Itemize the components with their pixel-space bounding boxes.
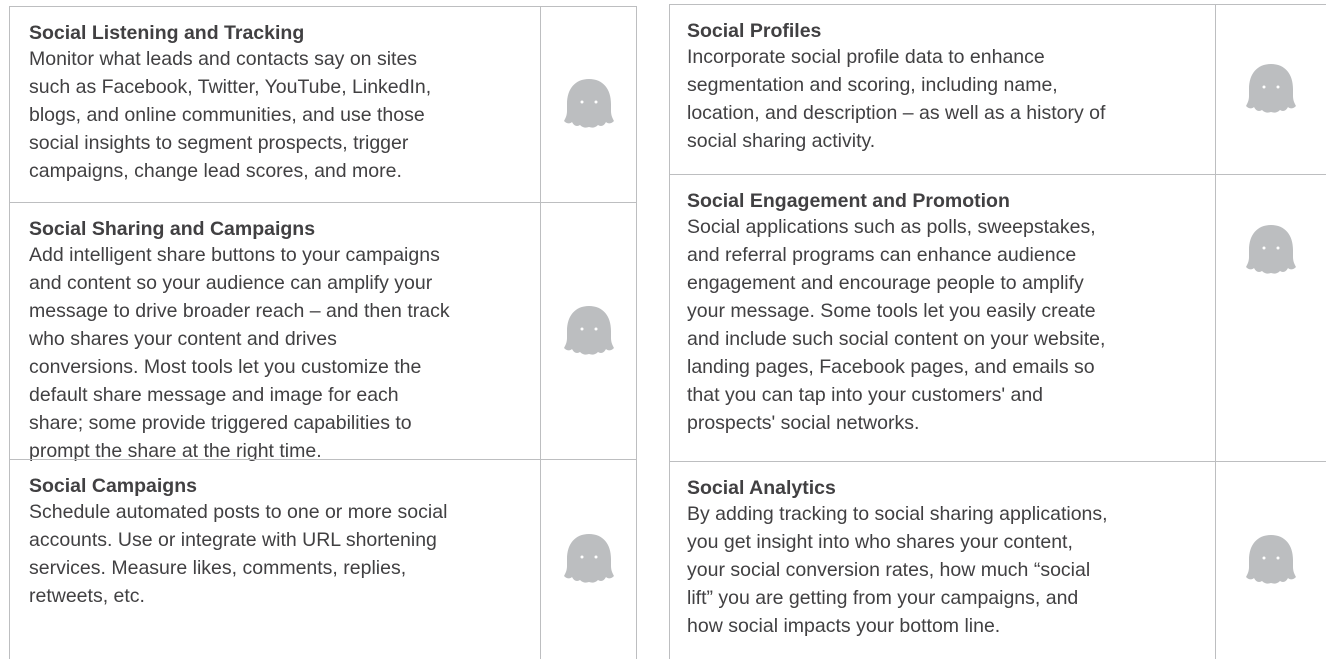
feature-text-cell: Social Sharing and Campaigns Add intelli… [10,203,540,462]
feature-title: Social Listening and Tracking [29,22,305,44]
feature-description: Add intelligent share buttons to your ca… [29,244,450,462]
feature-description: Monitor what leads and contacts say on s… [29,48,432,182]
ghost-icon [563,305,614,355]
ghost-icon [1246,534,1296,584]
feature-description: By adding tracking to social sharing app… [687,503,1108,637]
feature-row-social-analytics: Social Analytics By adding tracking to s… [669,461,1326,659]
feature-text-cell: Social Campaigns Schedule automated post… [10,460,540,659]
feature-row-social-engagement: Social Engagement and Promotion Social a… [669,174,1326,462]
feature-row-social-profiles: Social Profiles Incorporate social profi… [669,4,1326,175]
feature-text-cell: Social Engagement and Promotion Social a… [670,175,1215,462]
feature-icon-cell [540,460,637,659]
feature-row-social-listening: Social Listening and Tracking Monitor wh… [9,6,637,203]
feature-row-social-campaigns: Social Campaigns Schedule automated post… [9,459,637,659]
feature-description: Schedule automated posts to one or more … [29,501,448,607]
feature-description: Social applications such as polls, sweep… [687,216,1106,434]
feature-title: Social Engagement and Promotion [687,190,1010,212]
feature-icon-cell [540,203,637,460]
ghost-icon [1246,225,1296,274]
feature-text-cell: Social Profiles Incorporate social profi… [670,5,1215,175]
feature-text-cell: Social Listening and Tracking Monitor wh… [10,7,540,203]
feature-title: Social Sharing and Campaigns [29,218,316,240]
feature-title: Social Analytics [687,477,836,499]
ghost-icon [1246,64,1296,113]
feature-icon-cell [1215,462,1326,659]
ghost-icon [563,79,614,128]
feature-text-cell: Social Analytics By adding tracking to s… [670,462,1215,659]
feature-title: Social Campaigns [29,475,197,497]
feature-description: Incorporate social profile data to enhan… [687,46,1106,152]
feature-title: Social Profiles [687,20,822,42]
feature-icon-cell [1215,5,1326,175]
feature-row-social-sharing: Social Sharing and Campaigns Add intelli… [9,202,637,462]
feature-icon-cell [540,7,637,203]
feature-icon-cell [1215,175,1326,462]
ghost-icon [563,533,614,583]
